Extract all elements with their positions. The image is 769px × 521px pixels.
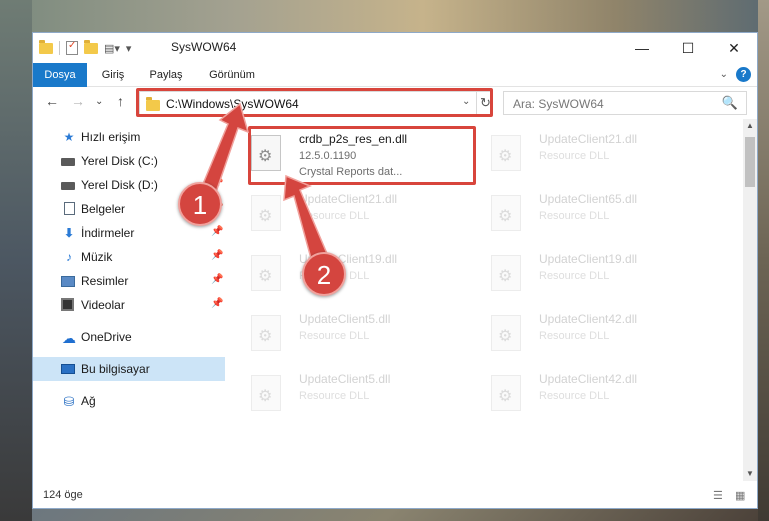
arrow-2 bbox=[283, 174, 329, 263]
tutorial-arrows bbox=[196, 102, 329, 263]
step-1-callout: 1 bbox=[178, 182, 222, 226]
step-2-callout: 2 bbox=[302, 252, 346, 296]
